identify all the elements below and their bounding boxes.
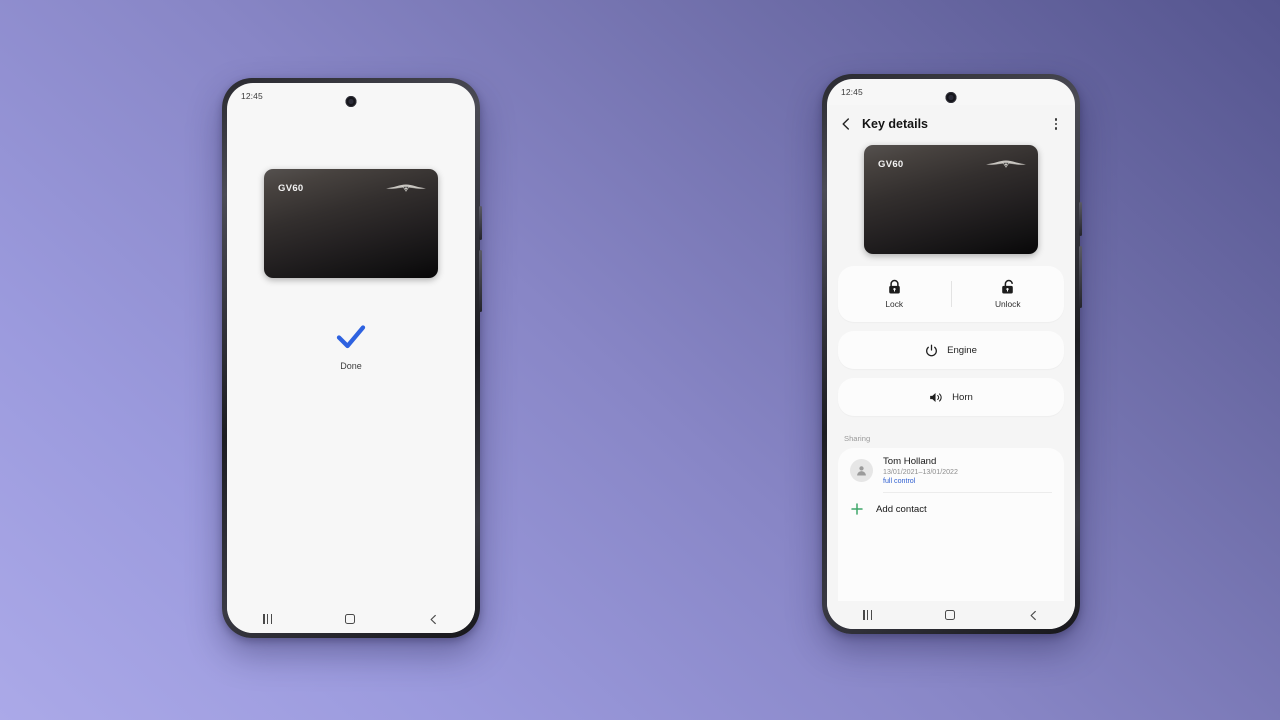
add-contact-label: Add contact [876, 503, 927, 515]
unlock-button[interactable]: Unlock [952, 279, 1065, 309]
digital-key-card[interactable]: GV60 [264, 169, 438, 278]
horn-button-label: Horn [952, 391, 973, 403]
done-status-block: Done [335, 322, 367, 371]
power-icon [926, 344, 937, 356]
lock-open-icon [1002, 279, 1014, 294]
left-key-card-wrap: GV60 [264, 169, 438, 278]
power-side-button[interactable] [479, 250, 482, 312]
key-card-model-label: GV60 [278, 183, 304, 194]
status-bar-clock: 12:45 [241, 91, 263, 101]
check-icon [336, 325, 366, 349]
add-contact-button[interactable]: Add contact [838, 493, 1064, 525]
right-key-card-wrap: GV60 [827, 143, 1075, 266]
volume-button-right[interactable] [1079, 202, 1082, 236]
left-navigation-bar [227, 605, 475, 633]
sharing-section-title: Sharing [844, 434, 871, 443]
recents-icon-right[interactable] [863, 610, 872, 620]
front-camera-icon [345, 96, 357, 107]
lock-closed-icon [888, 279, 900, 294]
right-phone-screen: 12:45 Key details GV60 Lock Unlock Engin… [827, 79, 1075, 629]
home-icon[interactable] [344, 613, 356, 625]
done-label: Done [340, 361, 362, 371]
horn-speaker-icon [930, 392, 942, 402]
right-phone-device: 12:45 Key details GV60 Lock Unlock Engin… [822, 74, 1082, 634]
app-bar: Key details [827, 105, 1075, 143]
back-icon[interactable] [428, 614, 439, 625]
right-status-bar: 12:45 [827, 79, 1075, 105]
home-icon-right[interactable] [944, 609, 956, 621]
screenshot-stage: 12:45 GV60 Done 12:45 Key details GV60 L… [0, 0, 1280, 720]
genesis-wings-emblem-icon [386, 184, 426, 192]
engine-button-label: Engine [947, 344, 977, 356]
recents-icon[interactable] [263, 614, 272, 624]
plus-icon [851, 503, 863, 515]
list-item[interactable]: Tom Holland 13/01/2021–13/01/2022 full c… [838, 448, 1064, 492]
page-title: Key details [862, 117, 929, 131]
lock-button[interactable]: Lock [838, 279, 951, 309]
digital-key-card-right[interactable]: GV60 [864, 145, 1038, 254]
volume-button[interactable] [479, 206, 482, 240]
right-navigation-bar [827, 601, 1075, 629]
key-card-model-label-right: GV60 [878, 159, 904, 170]
lock-button-label: Lock [885, 299, 904, 309]
overflow-menu-icon[interactable] [1049, 117, 1063, 131]
unlock-button-label: Unlock [994, 299, 1021, 309]
horn-button[interactable]: Horn [838, 378, 1064, 416]
status-bar-clock-right: 12:45 [841, 87, 863, 97]
left-phone-device: 12:45 GV60 Done [222, 78, 482, 638]
contact-info: Tom Holland 13/01/2021–13/01/2022 full c… [883, 456, 958, 485]
engine-button[interactable]: Engine [838, 331, 1064, 369]
front-camera-icon-right [945, 92, 957, 103]
back-chevron-icon[interactable] [839, 117, 853, 131]
genesis-wings-emblem-icon-right [986, 160, 1026, 168]
sharing-panel: Tom Holland 13/01/2021–13/01/2022 full c… [838, 448, 1064, 601]
person-avatar-icon [857, 466, 866, 476]
avatar [850, 459, 873, 482]
lock-controls-panel: Lock Unlock [838, 266, 1064, 322]
back-icon-right[interactable] [1028, 610, 1039, 621]
left-phone-screen: 12:45 GV60 Done [227, 83, 475, 633]
power-side-button-right[interactable] [1079, 246, 1082, 308]
contact-name: Tom Holland [883, 456, 937, 467]
contact-date-range: 13/01/2021–13/01/2022 [883, 468, 958, 476]
left-phone-content: GV60 Done [227, 109, 475, 605]
contact-permission-link[interactable]: full control [883, 477, 958, 485]
key-details-screen: Key details GV60 Lock Unlock Engine Horn… [827, 105, 1075, 601]
left-status-bar: 12:45 [227, 83, 475, 109]
